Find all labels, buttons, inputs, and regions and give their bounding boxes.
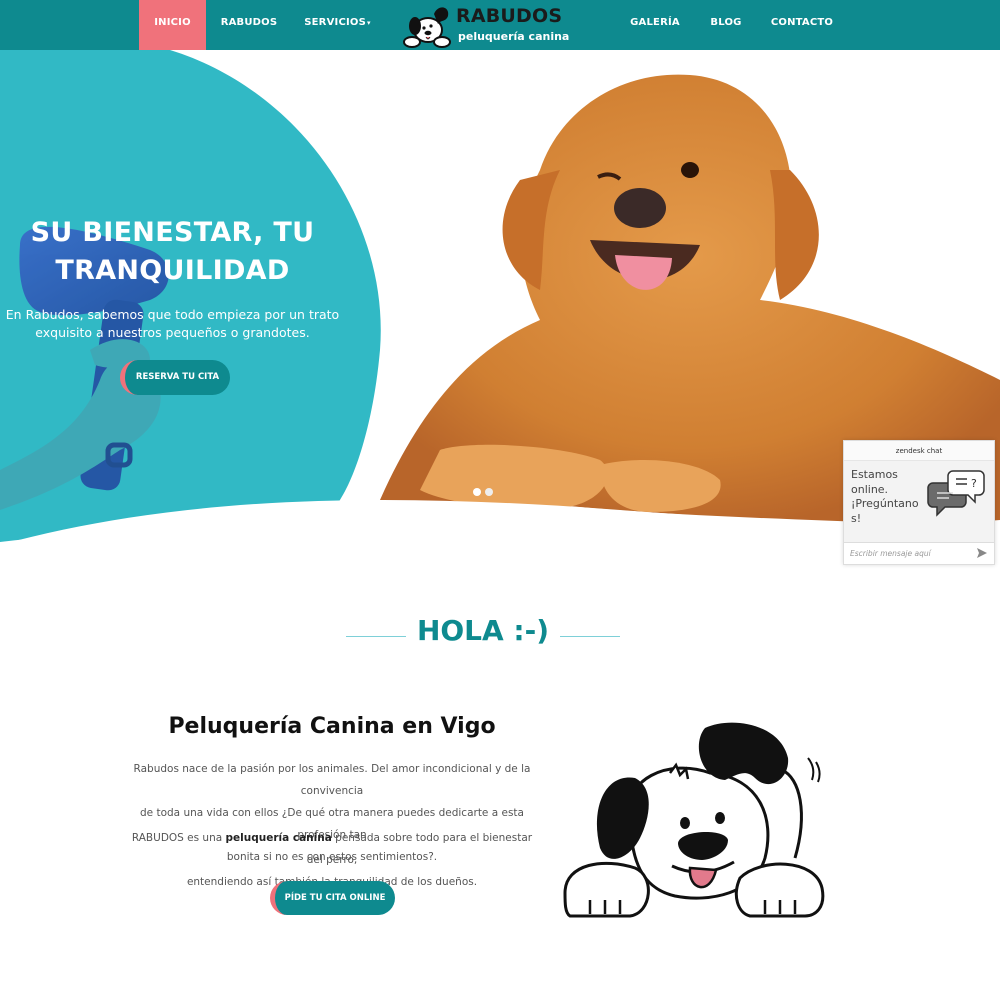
- about-p2-text-after: pensada sobre todo para el bienestar del…: [306, 832, 533, 866]
- about-p2-line-1: RABUDOS es una peluquería canina pensada…: [127, 827, 537, 871]
- book-online-button[interactable]: PÍDE TU CITA ONLINE: [270, 881, 395, 915]
- chat-header[interactable]: zendesk chat: [844, 441, 994, 461]
- hero-text-line-2: exquisito a nuestros pequeños o grandote…: [35, 325, 310, 340]
- hero-text: En Rabudos, sabemos que todo empieza por…: [0, 306, 345, 342]
- about-p2-bold: peluquería canina: [225, 832, 332, 844]
- chat-message-line-3: ¡Pregúntano: [851, 497, 919, 510]
- send-arrow-icon[interactable]: [976, 547, 988, 559]
- chat-message-input[interactable]: Escribir mensaje aquí: [844, 542, 994, 564]
- nav-servicios-label: SERVICIOS: [304, 17, 367, 28]
- chat-message: Estamos online. ¡Pregúntano s!: [851, 468, 931, 526]
- chat-message-line-4: s!: [851, 511, 862, 525]
- chat-message-line-1: Estamos: [851, 468, 898, 481]
- nav-contacto[interactable]: CONTACTO: [768, 0, 836, 50]
- top-navigation: INICIO RABUDOS SERVICIOS▾ RABUDOS peluqu…: [0, 0, 1000, 50]
- slider-dot-1[interactable]: [473, 488, 481, 496]
- about-p2-text-before: RABUDOS es una: [131, 832, 226, 844]
- svg-text:?: ?: [971, 477, 977, 490]
- chevron-down-icon: ▾: [367, 19, 371, 27]
- nav-servicios[interactable]: SERVICIOS▾: [300, 0, 375, 50]
- nav-galeria[interactable]: GALERÍA: [624, 0, 686, 50]
- about-p1-line-1: Rabudos nace de la pasión por los animal…: [133, 763, 531, 797]
- nav-blog[interactable]: BLOG: [700, 0, 752, 50]
- hola-heading: HOLA :-): [416, 614, 550, 647]
- logo-subtitle: peluquería canina: [458, 30, 570, 43]
- about-title: Peluquería Canina en Vigo: [168, 714, 496, 739]
- hero-title-line-1: SU BIENESTAR, TU: [30, 217, 315, 248]
- nav-inicio[interactable]: INICIO: [139, 0, 206, 50]
- slider-dot-2[interactable]: [485, 488, 493, 496]
- chat-bubbles-icon: ?: [927, 470, 985, 517]
- cartoon-dog-illustration: [563, 722, 825, 918]
- reserve-appointment-button[interactable]: RESERVA TU CITA: [120, 360, 230, 395]
- slider-dots: [473, 481, 497, 500]
- zendesk-chat-widget[interactable]: zendesk chat Estamos online. ¡Pregúntano…: [843, 440, 995, 565]
- hola-divider-right: [560, 636, 620, 637]
- hero-title-line-2: TRANQUILIDAD: [55, 255, 290, 286]
- cartoon-dog-icon: [403, 7, 451, 48]
- logo-title: RABUDOS: [456, 5, 563, 27]
- chat-message-line-2: online.: [851, 482, 889, 496]
- site-logo[interactable]: RABUDOS peluquería canina: [398, 0, 570, 50]
- hero-text-line-1: En Rabudos, sabemos que todo empieza por…: [5, 307, 340, 322]
- nav-rabudos[interactable]: RABUDOS: [213, 0, 285, 50]
- hero-title: SU BIENESTAR, TU TRANQUILIDAD: [0, 214, 345, 290]
- hola-divider-left: [346, 636, 406, 637]
